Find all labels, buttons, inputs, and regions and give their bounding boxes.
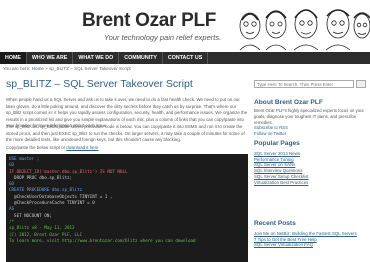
site-tagline: Your technology pain relief experts.: [104, 33, 222, 42]
nav-who-we-are[interactable]: WHO WE ARE: [27, 52, 74, 64]
post-paragraph-download: Copy/paste the below script or download …: [6, 145, 248, 152]
about-heading: About Brent Ozar PLF: [254, 99, 323, 106]
breadcrumb-separator: »: [45, 66, 48, 71]
subscribe-rss-link[interactable]: Subscribe to RSS: [254, 125, 288, 130]
popular-page-link[interactable]: Virtualization Best Practices: [254, 180, 366, 186]
about-text: Brent Ozar PLF's highly specialized expe…: [254, 108, 366, 137]
popular-pages-list: SQL Server 2012 News Performance Tuning …: [254, 151, 366, 185]
code-block[interactable]: USE master ; GO IF OBJECT_ID('master.dbo…: [6, 154, 248, 262]
nav-community[interactable]: COMMUNITY: [119, 52, 163, 64]
nav-what-we-do[interactable]: WHAT WE DO: [73, 52, 120, 64]
code-line: To learn more, visit http://www.brentoza…: [9, 237, 196, 243]
nav-contact-us[interactable]: CONTACT US: [163, 52, 209, 64]
sidebar: About Brent Ozar PLF Brent Ozar PLF's hi…: [254, 76, 366, 262]
search-button[interactable]: [356, 80, 366, 88]
recent-post-link[interactable]: Join Me on NetBiz: Building the Fastest …: [254, 231, 366, 237]
breadcrumb-current: sp_BLITZ – SQL Server Takeover Script: [49, 66, 131, 71]
site-header: Brent Ozar PLF Your technology pain reli…: [0, 0, 370, 52]
download-text: Copy/paste the below script or: [6, 145, 67, 150]
post-title: sp_BLITZ – SQL Server Takeover Script: [6, 78, 193, 90]
main-content: sp_BLITZ – SQL Server Takeover Script Wh…: [6, 76, 248, 262]
popular-pages-heading: Popular Pages: [254, 140, 300, 147]
post-paragraph-usage: The sp_Blitz and sp_BlitzUpdate stored p…: [6, 124, 245, 143]
nav-home[interactable]: HOME: [0, 52, 27, 64]
download-link[interactable]: download it here: [66, 145, 98, 150]
breadcrumb-prefix: You are here:: [3, 66, 31, 71]
recent-posts-list: Join Me on NetBiz: Building the Fastest …: [254, 231, 366, 248]
breadcrumb-home-link[interactable]: Home: [32, 66, 44, 71]
about-description: Brent Ozar PLF's highly specialized expe…: [254, 108, 364, 125]
recent-posts-heading: Recent Posts: [254, 220, 296, 227]
recent-post-link[interactable]: SQL Server Virtualization FAQ: [254, 242, 366, 248]
breadcrumb: You are here: Home » sp_BLITZ – SQL Serv…: [3, 66, 131, 71]
team-caricatures-image: [239, 9, 370, 51]
search-input[interactable]: [254, 80, 354, 88]
search-row: [254, 80, 366, 88]
site-title[interactable]: Brent Ozar PLF: [82, 10, 216, 32]
main-nav: HOME WHO WE ARE WHAT WE DO COMMUNITY CON…: [0, 52, 370, 64]
follow-twitter-link[interactable]: Follow on Twitter: [254, 131, 286, 136]
